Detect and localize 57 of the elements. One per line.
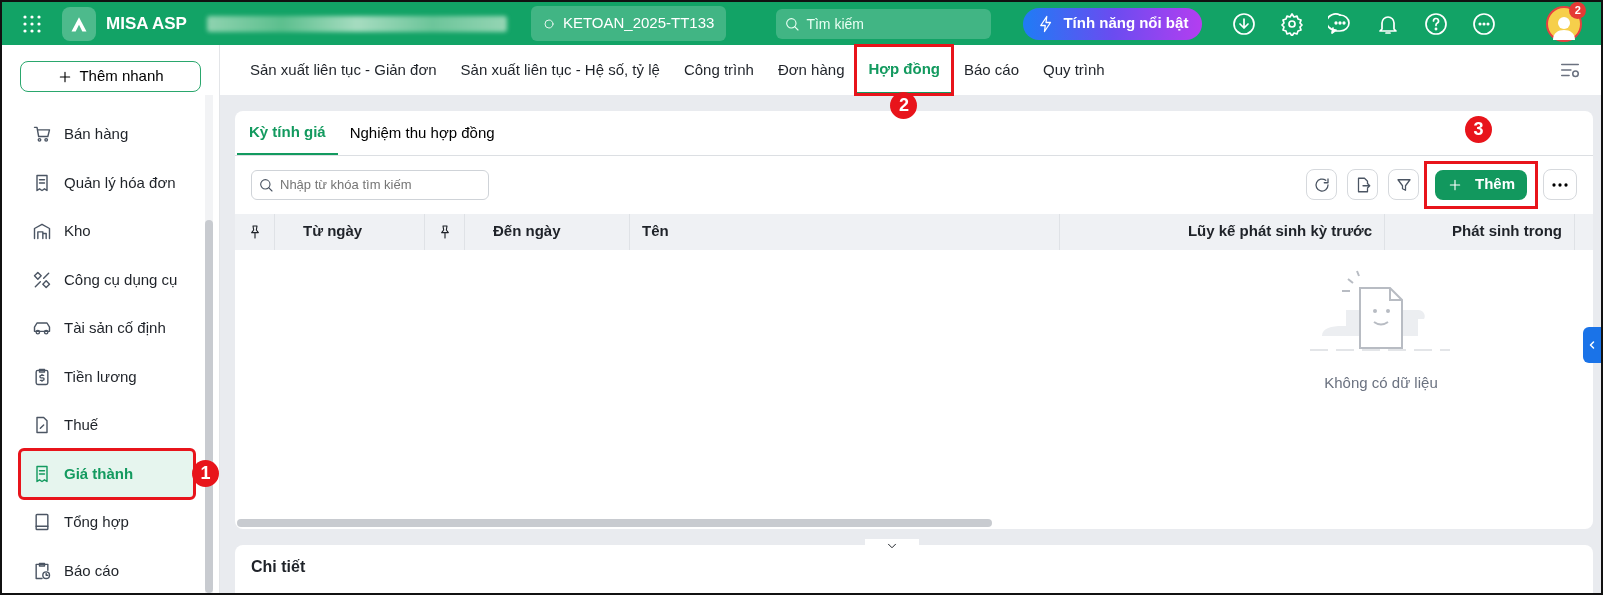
- sidebar-item[interactable]: Quản lý hóa đơn: [20, 158, 194, 207]
- panel-title: Chi tiết: [251, 557, 307, 577]
- column-header[interactable]: Phát sinh trong: [1452, 220, 1562, 243]
- search-field[interactable]: Nhập từ khóa tìm kiếm: [251, 169, 489, 200]
- more-button[interactable]: [1543, 169, 1577, 200]
- column-header[interactable]: Đến ngày: [493, 220, 561, 243]
- help-icon[interactable]: [1424, 11, 1449, 36]
- sidebar-item[interactable]: Tài sản cố định: [20, 304, 194, 353]
- side-panel-toggle[interactable]: [1583, 327, 1601, 363]
- more-icon: [1552, 182, 1568, 187]
- column-header[interactable]: Lũy kế phát sinh kỳ trước: [1187, 220, 1372, 243]
- sidebar-item[interactable]: Tiền lương: [20, 352, 194, 401]
- marker-badge: 1: [192, 459, 219, 487]
- refresh-icon: [1312, 175, 1331, 194]
- sidebar-item[interactable]: Công cụ dụng cụ: [20, 255, 194, 304]
- horizontal-scrollbar[interactable]: [237, 519, 992, 527]
- quick-add-button[interactable]: Thêm nhanh: [20, 61, 201, 92]
- clipboard-dollar-icon: [32, 366, 52, 387]
- module-tab[interactable]: Sản xuất liên tục - Giản đơn: [238, 46, 449, 94]
- marker-badge: 3: [1465, 115, 1492, 143]
- sidebar-item[interactable]: Báo cáo: [20, 546, 194, 593]
- feature-button[interactable]: Tính năng nổi bật: [1023, 7, 1203, 40]
- empty-state-message: Không có dữ liệu: [1324, 372, 1438, 393]
- module-tab[interactable]: Báo cáo: [951, 46, 1031, 94]
- export-button[interactable]: [1347, 169, 1378, 200]
- module-tab[interactable]: Công trình: [671, 46, 766, 94]
- module-tab[interactable]: Hợp đồng: [856, 45, 952, 95]
- more-options-icon[interactable]: [1472, 11, 1497, 36]
- search-icon: [784, 15, 801, 32]
- search-icon: [258, 176, 274, 193]
- add-button[interactable]: Thêm: [1435, 169, 1527, 200]
- settings-icon[interactable]: [1280, 11, 1305, 36]
- sidebar-item[interactable]: Thuế: [20, 401, 194, 450]
- filter-button[interactable]: [1388, 169, 1419, 200]
- cart-icon: [32, 124, 52, 145]
- sidebar-item[interactable]: Bán hàng: [20, 110, 194, 159]
- module-tab[interactable]: Quy trình: [1031, 46, 1117, 94]
- chat-icon[interactable]: [1328, 11, 1353, 36]
- database-name: KETOAN_2025-TT133: [562, 13, 715, 34]
- notification-count: 2: [1569, 2, 1587, 19]
- sidebar-item[interactable]: Tổng hợp: [20, 498, 194, 547]
- refresh-button[interactable]: [1306, 169, 1337, 200]
- column-header[interactable]: Tên: [642, 220, 669, 243]
- warehouse-icon: [32, 221, 52, 242]
- download-icon[interactable]: [1232, 11, 1257, 36]
- app-logo: [62, 6, 96, 41]
- sidebar-item[interactable]: Kho: [20, 207, 194, 256]
- module-tab[interactable]: Đơn hàng: [765, 46, 857, 94]
- status-circle-icon: [542, 17, 555, 30]
- app-name: MISA ASP: [106, 12, 187, 35]
- sub-tab[interactable]: Nghiệm thu hợp đồng: [337, 111, 507, 155]
- user-avatar[interactable]: 2: [1546, 5, 1583, 42]
- module-tab[interactable]: Sản xuất liên tục - Hệ số, tỷ lệ: [448, 46, 672, 94]
- clipboard-clock-icon: [32, 560, 52, 581]
- column-header[interactable]: Từ ngày: [303, 220, 363, 243]
- book-icon: [32, 512, 52, 533]
- sub-tab[interactable]: Kỳ tính giá: [237, 111, 338, 155]
